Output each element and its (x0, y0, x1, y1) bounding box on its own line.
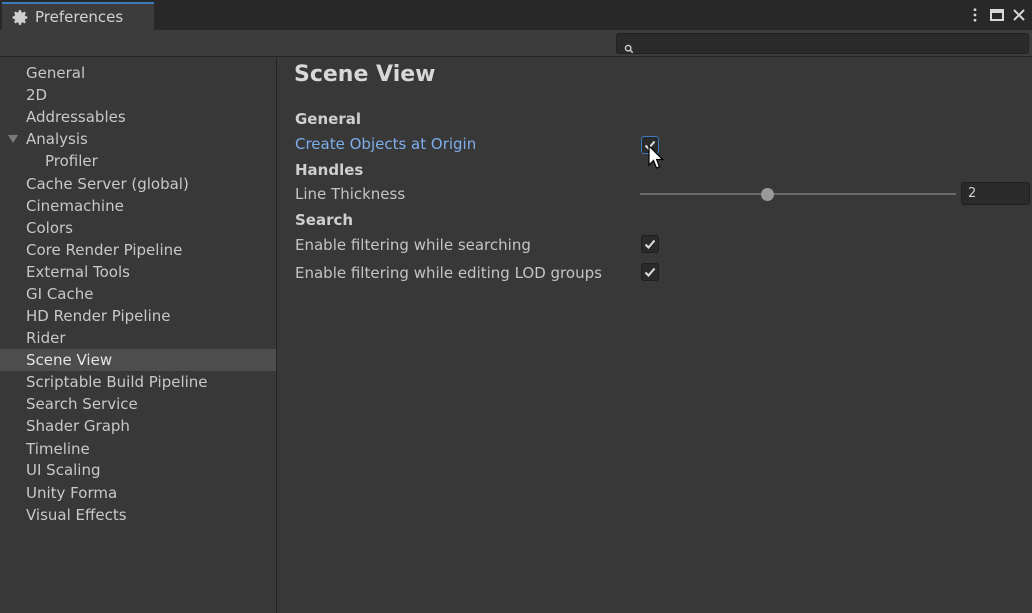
search-icon (624, 39, 636, 54)
sidebar-item-label: Addressables (26, 108, 126, 126)
sidebar-item-shader-graph[interactable]: Shader Graph (0, 415, 276, 437)
sidebar-item-label: Cache Server (global) (26, 175, 189, 193)
sidebar-item-rider[interactable]: Rider (0, 327, 276, 349)
preferences-tab[interactable]: Preferences (2, 2, 154, 30)
sidebar-item-label: Shader Graph (26, 417, 130, 435)
page-title: Scene View (294, 62, 436, 87)
sidebar-item-profiler[interactable]: Profiler (0, 150, 276, 172)
sidebar-item-label: Colors (26, 219, 73, 237)
more-options-icon[interactable] (966, 4, 984, 26)
sidebar-item-addressables[interactable]: Addressables (0, 106, 276, 128)
enable-filtering-lod-label: Enable filtering while editing LOD group… (295, 264, 602, 282)
enable-filtering-searching-label: Enable filtering while searching (295, 236, 531, 254)
sidebar-item-label: Unity Forma (26, 484, 118, 502)
sidebar-item-gi-cache[interactable]: GI Cache (0, 283, 276, 305)
sidebar-item-label: Rider (26, 329, 66, 347)
sidebar: General 2D Addressables Analysis Profile… (0, 58, 277, 613)
sidebar-item-core-render-pipeline[interactable]: Core Render Pipeline (0, 239, 276, 261)
line-thickness-slider-handle[interactable] (761, 188, 774, 201)
sidebar-item-label: Scene View (26, 351, 113, 369)
sidebar-item-general[interactable]: General (0, 62, 276, 84)
sidebar-item-label: Cinemachine (26, 197, 124, 215)
sidebar-item-label: Analysis (26, 130, 88, 148)
line-thickness-label: Line Thickness (295, 185, 406, 203)
enable-filtering-searching-checkbox[interactable] (641, 235, 659, 253)
section-handles-heading: Handles (295, 161, 364, 179)
sidebar-item-label: Profiler (45, 152, 98, 170)
title-bar: Preferences (0, 0, 1032, 30)
sidebar-item-visual-effects[interactable]: Visual Effects (0, 504, 276, 526)
sidebar-item-label: UI Scaling (26, 461, 101, 479)
checkmark-icon (644, 267, 656, 277)
enable-filtering-lod-checkbox[interactable] (641, 263, 659, 281)
sidebar-item-label: Core Render Pipeline (26, 241, 183, 259)
sidebar-item-2d[interactable]: 2D (0, 84, 276, 106)
create-objects-at-origin-label[interactable]: Create Objects at Origin (295, 135, 476, 153)
sidebar-item-external-tools[interactable]: External Tools (0, 261, 276, 283)
sidebar-item-analysis[interactable]: Analysis (0, 128, 276, 150)
sidebar-item-timeline[interactable]: Timeline (0, 438, 276, 460)
sidebar-item-unity-forma[interactable]: Unity Forma (0, 482, 276, 504)
sidebar-item-hd-render-pipeline[interactable]: HD Render Pipeline (0, 305, 276, 327)
sidebar-item-label: GI Cache (26, 285, 94, 303)
maximize-icon[interactable] (988, 4, 1006, 26)
section-general-heading: General (295, 110, 361, 128)
toolbar (0, 30, 1032, 57)
sidebar-item-label: Search Service (26, 395, 138, 413)
sidebar-item-search-service[interactable]: Search Service (0, 393, 276, 415)
gear-icon (12, 9, 29, 26)
settings-panel: Scene View General Create Objects at Ori… (278, 58, 1032, 613)
sidebar-item-label: Timeline (26, 440, 90, 458)
sidebar-item-label: 2D (26, 86, 48, 104)
sidebar-item-cache-server[interactable]: Cache Server (global) (0, 173, 276, 195)
sidebar-item-scene-view[interactable]: Scene View (0, 349, 276, 371)
sidebar-item-label: Scriptable Build Pipeline (26, 373, 208, 391)
foldout-arrow-icon[interactable] (8, 135, 18, 143)
preferences-window: Preferences General 2D Addressables Anal… (0, 0, 1032, 613)
sidebar-item-label: External Tools (26, 263, 130, 281)
close-icon[interactable] (1010, 4, 1028, 26)
sidebar-item-label: Visual Effects (26, 506, 127, 524)
section-search-heading: Search (295, 211, 354, 229)
sidebar-item-label: General (26, 64, 86, 82)
sidebar-item-label: HD Render Pipeline (26, 307, 171, 325)
line-thickness-slider-track[interactable] (640, 193, 956, 195)
sidebar-item-cinemachine[interactable]: Cinemachine (0, 195, 276, 217)
checkmark-icon (644, 239, 656, 249)
search-input[interactable] (616, 33, 1029, 54)
mouse-cursor-icon (648, 144, 664, 171)
tab-title: Preferences (35, 8, 124, 26)
sidebar-item-scriptable-build-pipeline[interactable]: Scriptable Build Pipeline (0, 371, 276, 393)
window-controls (966, 4, 1028, 26)
sidebar-item-colors[interactable]: Colors (0, 217, 276, 239)
line-thickness-field[interactable] (961, 182, 1030, 205)
sidebar-item-ui-scaling[interactable]: UI Scaling (0, 459, 276, 481)
